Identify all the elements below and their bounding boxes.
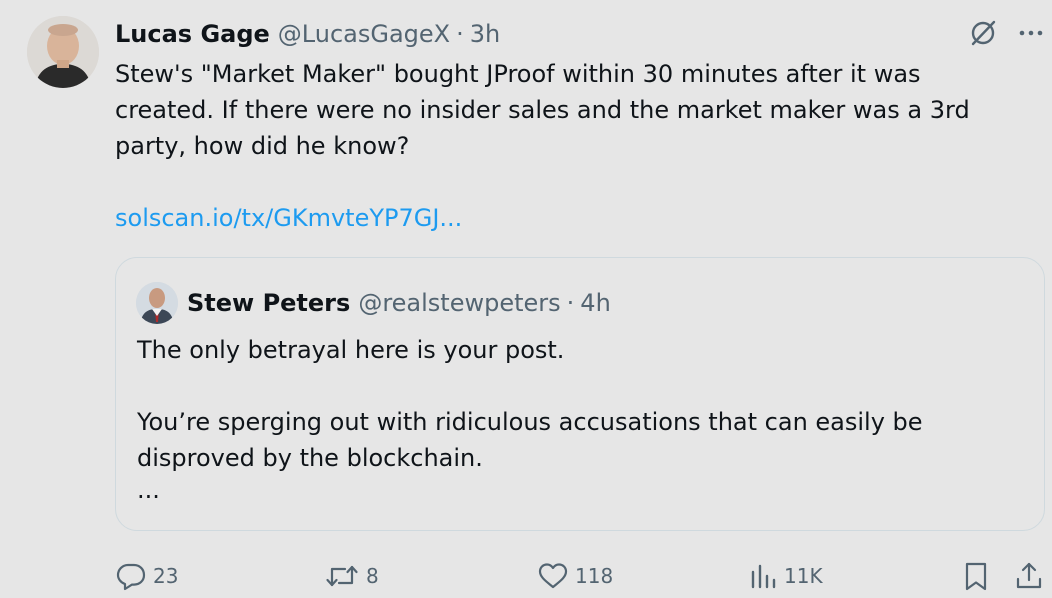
repost-icon [326,565,358,587]
grok-icon[interactable] [968,18,998,48]
share-icon [1016,562,1042,589]
quoted-tweet-body: The only betrayal here is your post. You… [137,332,1017,504]
quoted-tweet-timestamp[interactable]: 4h [580,289,610,317]
author-avatar-image [27,16,99,88]
share-button[interactable] [1013,556,1045,596]
quoted-author-avatar[interactable] [136,282,178,324]
quoted-text-paragraph: The only betrayal here is your post. [137,336,565,364]
tweet-top-actions [968,18,1046,48]
reply-count: 23 [153,564,179,588]
tweet-header: Lucas Gage @LucasGageX · 3h [115,18,500,50]
views-button[interactable]: 11K [748,556,823,596]
tweet-text-line: created. If there were no insider sales … [115,96,970,124]
repost-button[interactable]: 8 [324,556,379,596]
views-count: 11K [784,564,823,588]
tweet-text-line: party, how did he know? [115,132,410,160]
quoted-text-line: disproved by the blockchain. [137,444,483,472]
bookmark-button[interactable] [960,556,992,596]
author-avatar[interactable] [27,16,99,88]
header-separator: · [456,20,464,48]
tweet-link[interactable]: solscan.io/tx/GKmvteYP7GJ... [115,200,462,236]
quoted-author-handle[interactable]: @realstewpeters [358,289,560,317]
quoted-text-ellipsis: ... [137,476,160,504]
reply-icon [116,563,146,591]
quoted-header-separator: · [566,289,575,317]
bookmark-icon [965,562,987,591]
like-button[interactable]: 118 [537,556,613,596]
repost-count: 8 [366,564,379,588]
quoted-tweet-header: Stew Peters @realstewpeters · 4h [187,286,611,320]
quoted-text-line: You’re sperging out with ridiculous accu… [137,408,923,436]
quoted-author-avatar-image [136,282,178,324]
like-icon [538,563,568,589]
like-count: 118 [575,564,614,588]
tweet-action-bar: 23 8 118 11K [0,556,1052,596]
reply-button[interactable]: 23 [115,556,178,596]
tweet-body: Stew's "Market Maker" bought JProof with… [115,56,1015,164]
tweet-text-line: Stew's "Market Maker" bought JProof with… [115,60,921,88]
quoted-text-spacer [137,368,1017,404]
more-options-icon[interactable] [1016,18,1046,48]
author-handle[interactable]: @LucasGageX [278,20,450,48]
views-icon [751,564,776,589]
quoted-author-name[interactable]: Stew Peters [187,289,350,317]
tweet-timestamp[interactable]: 3h [470,20,500,48]
author-name[interactable]: Lucas Gage [115,20,270,48]
quoted-tweet-card[interactable]: Stew Peters @realstewpeters · 4h The onl… [115,257,1045,531]
